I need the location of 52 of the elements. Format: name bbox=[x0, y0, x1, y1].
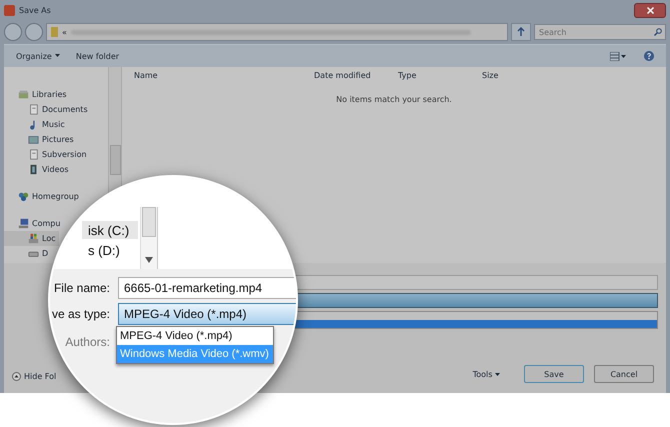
empty-message: No items match your search. bbox=[336, 95, 452, 104]
sidebar-item[interactable]: Music bbox=[4, 117, 68, 132]
sidebar-item[interactable]: Pictures bbox=[4, 132, 77, 147]
pictures-icon bbox=[28, 134, 39, 145]
sidebar-item[interactable]: s (D:) bbox=[82, 241, 138, 259]
scrollbar-thumb[interactable] bbox=[142, 207, 156, 237]
field-label: File name: bbox=[54, 281, 110, 295]
search-icon[interactable] bbox=[654, 28, 662, 36]
sidebar-item[interactable]: D bbox=[4, 246, 52, 261]
documents-icon bbox=[28, 149, 39, 160]
search-field[interactable]: Search bbox=[534, 24, 666, 40]
homegroup-icon bbox=[18, 191, 29, 202]
library-icon bbox=[18, 89, 29, 100]
close-icon bbox=[646, 6, 654, 14]
dialog-button[interactable]: Save bbox=[524, 365, 584, 383]
file-type-dropdown[interactable]: MPEG-4 Video (*.mp4) bbox=[118, 303, 296, 325]
sidebar-item[interactable]: Subversion bbox=[4, 147, 90, 162]
sidebar-item[interactable]: Loc bbox=[4, 231, 59, 246]
dialog-button[interactable]: Cancel bbox=[594, 365, 654, 383]
app-icon bbox=[4, 4, 15, 16]
address-bar[interactable]: « bbox=[46, 23, 508, 41]
column-header[interactable]: Size bbox=[482, 70, 542, 80]
column-header[interactable]: Type bbox=[398, 70, 482, 80]
help-icon[interactable] bbox=[644, 51, 654, 61]
dropdown-option[interactable]: MPEG-4 Video (*.mp4) bbox=[117, 327, 273, 345]
folder-icon bbox=[51, 27, 58, 37]
tools-button[interactable]: Tools bbox=[466, 368, 506, 380]
sidebar-item[interactable]: Documents bbox=[4, 102, 91, 117]
sidebar-item[interactable]: Libraries bbox=[4, 87, 70, 102]
videos-icon bbox=[28, 164, 39, 175]
sidebar-item[interactable]: Videos bbox=[4, 162, 72, 177]
documents-icon bbox=[28, 104, 39, 115]
scrollbar[interactable] bbox=[140, 207, 158, 269]
arrow-icon bbox=[516, 27, 526, 37]
close-button[interactable] bbox=[634, 2, 666, 18]
toolbar-button[interactable]: New folder bbox=[76, 52, 120, 60]
sidebar-item[interactable]: isk (C:) bbox=[82, 221, 138, 239]
window-title: Save As bbox=[19, 6, 51, 14]
caret-icon bbox=[495, 372, 500, 376]
column-header[interactable]: Name bbox=[134, 70, 314, 80]
computer-icon bbox=[18, 218, 29, 229]
field-label: Authors: bbox=[65, 335, 110, 349]
windows-drive-icon bbox=[28, 233, 39, 244]
column-header[interactable]: Date modified bbox=[314, 70, 398, 80]
scrollbar-thumb[interactable] bbox=[110, 145, 121, 175]
refresh-button[interactable] bbox=[511, 23, 531, 41]
caret-icon bbox=[54, 54, 60, 58]
view-menu-icon[interactable] bbox=[610, 52, 626, 60]
collapse-icon bbox=[12, 372, 21, 381]
field-label: ve as type: bbox=[52, 307, 110, 321]
toolbar-button[interactable]: Organize bbox=[16, 52, 60, 60]
file-name-field[interactable]: 6665-01-remarketing.mp4 bbox=[118, 277, 296, 299]
